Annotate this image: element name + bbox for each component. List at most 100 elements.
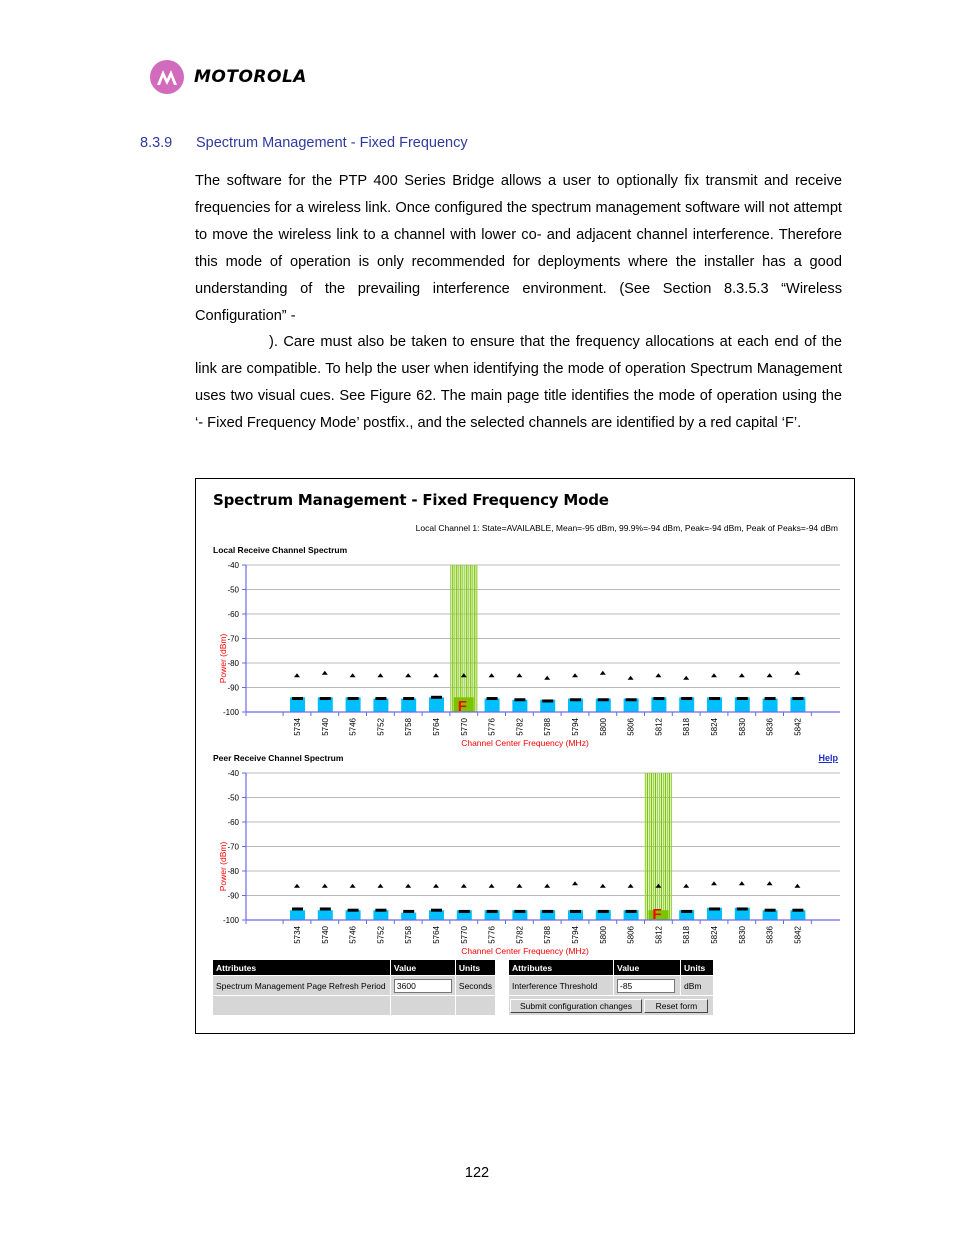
section-title: Spectrum Management - Fixed Frequency — [196, 135, 468, 151]
y-tick-label: -90 — [227, 684, 239, 693]
y-tick-label: -90 — [227, 892, 239, 901]
header-attributes: Attributes — [213, 960, 390, 975]
header-value: Value — [614, 960, 680, 975]
value-cell — [390, 976, 455, 995]
motorola-logo: MOTOROLA — [150, 60, 307, 94]
peak-of-peaks-marker — [460, 883, 467, 888]
percentile-marker — [486, 909, 498, 913]
x-tick-label: 5818 — [682, 717, 691, 735]
x-tick-label: 5740 — [321, 717, 330, 735]
motorola-batwing-icon — [150, 60, 184, 94]
percentile-marker — [736, 697, 748, 701]
peak-of-peaks-marker — [405, 883, 412, 888]
interference-threshold-input[interactable] — [617, 978, 675, 993]
peak-of-peaks-marker — [738, 881, 745, 886]
reset-form-button[interactable]: Reset form — [644, 998, 709, 1013]
mean-power-bar — [401, 698, 417, 712]
percentile-marker — [570, 698, 581, 702]
x-tick-label: 5734 — [293, 925, 302, 943]
peak-of-peaks-marker — [321, 883, 328, 888]
percentile-marker — [292, 907, 303, 911]
x-tick-label: 5776 — [488, 717, 497, 735]
percentile-marker — [375, 908, 387, 912]
peak-of-peaks-marker — [460, 673, 467, 678]
x-tick-label: 5824 — [710, 925, 719, 943]
y-tick-label: -80 — [227, 659, 239, 668]
x-axis-title: Channel Center Frequency (MHz) — [461, 946, 589, 956]
units-label: dBm — [681, 976, 713, 995]
y-tick-label: -80 — [227, 867, 239, 876]
x-tick-label: 5806 — [627, 717, 636, 735]
percentile-marker — [736, 907, 748, 911]
table-row-empty — [213, 996, 495, 1015]
x-tick-label: 5788 — [543, 717, 552, 735]
percentile-marker — [709, 907, 720, 911]
x-tick-label: 5812 — [654, 925, 663, 943]
attribute-label: Interference Threshold — [509, 976, 613, 995]
peak-of-peaks-marker — [711, 673, 717, 678]
peak-of-peaks-marker — [488, 883, 495, 888]
percentile-marker — [653, 697, 665, 701]
y-tick-label: -40 — [227, 561, 239, 570]
x-tick-label: 5824 — [710, 717, 719, 735]
attribute-label: Spectrum Management Page Refresh Period — [213, 976, 390, 995]
help-link[interactable]: Help — [818, 753, 838, 763]
peak-of-peaks-marker — [711, 881, 717, 886]
x-tick-label: 5764 — [432, 717, 441, 735]
peak-of-peaks-marker — [766, 673, 773, 678]
percentile-marker — [792, 908, 804, 912]
peak-of-peaks-marker — [655, 883, 662, 888]
mean-power-bar — [290, 910, 305, 920]
peak-of-peaks-marker — [599, 670, 606, 675]
page-number: 122 — [464, 1165, 490, 1181]
percentile-marker — [625, 909, 637, 913]
y-axis-title: Power (dBm) — [218, 634, 228, 684]
percentile-marker — [764, 908, 776, 912]
submit-configuration-button[interactable]: Submit configuration changes — [510, 998, 642, 1013]
peak-of-peaks-marker — [405, 673, 412, 678]
refresh-settings-table: Attributes Value Units Spectrum Manageme… — [212, 959, 496, 1016]
peak-of-peaks-marker — [349, 673, 356, 678]
percentile-marker — [319, 907, 331, 911]
refresh-period-input[interactable] — [393, 978, 452, 993]
figure-screenshot: Spectrum Management - Fixed Frequency Mo… — [195, 478, 855, 1034]
empty-cell — [455, 996, 495, 1015]
peak-of-peaks-marker — [683, 883, 690, 888]
percentile-marker — [597, 909, 609, 913]
y-axis-title: Power (dBm) — [218, 842, 228, 892]
y-tick-label: -60 — [227, 610, 239, 619]
peak-of-peaks-marker — [794, 883, 801, 888]
y-tick-label: -70 — [227, 843, 239, 852]
mean-power-bar — [401, 912, 417, 920]
x-tick-label: 5806 — [627, 925, 636, 943]
x-tick-label: 5842 — [793, 925, 802, 943]
button-cell: Submit configuration changes Reset form — [509, 996, 713, 1015]
mean-power-bar — [512, 699, 528, 712]
x-tick-label: 5776 — [488, 925, 497, 943]
peak-of-peaks-marker — [433, 883, 439, 888]
percentile-marker — [375, 697, 387, 701]
paragraph-text-2: ). Care must also be taken to ensure tha… — [195, 334, 842, 432]
peak-of-peaks-marker — [655, 673, 662, 678]
x-tick-label: 5812 — [654, 717, 663, 735]
x-tick-label: 5794 — [571, 717, 580, 735]
percentile-marker — [347, 697, 359, 701]
header-units: Units — [455, 960, 495, 975]
header-value: Value — [390, 960, 455, 975]
peak-of-peaks-marker — [572, 673, 578, 678]
percentile-marker — [514, 698, 526, 702]
y-tick-label: -50 — [227, 586, 239, 595]
percentile-marker — [625, 698, 637, 702]
peer-chart-title: Peer Receive Channel Spectrum — [213, 753, 344, 763]
percentile-marker — [403, 697, 415, 701]
peak-of-peaks-marker — [627, 675, 634, 680]
peak-of-peaks-marker — [738, 673, 745, 678]
percentile-marker — [458, 909, 470, 913]
percentile-marker — [486, 697, 498, 701]
peak-of-peaks-marker — [572, 881, 578, 886]
x-tick-label: 5752 — [376, 925, 385, 943]
peak-of-peaks-marker — [294, 673, 300, 678]
x-tick-label: 5734 — [293, 717, 302, 735]
x-tick-label: 5800 — [599, 717, 608, 735]
percentile-marker — [514, 909, 526, 913]
